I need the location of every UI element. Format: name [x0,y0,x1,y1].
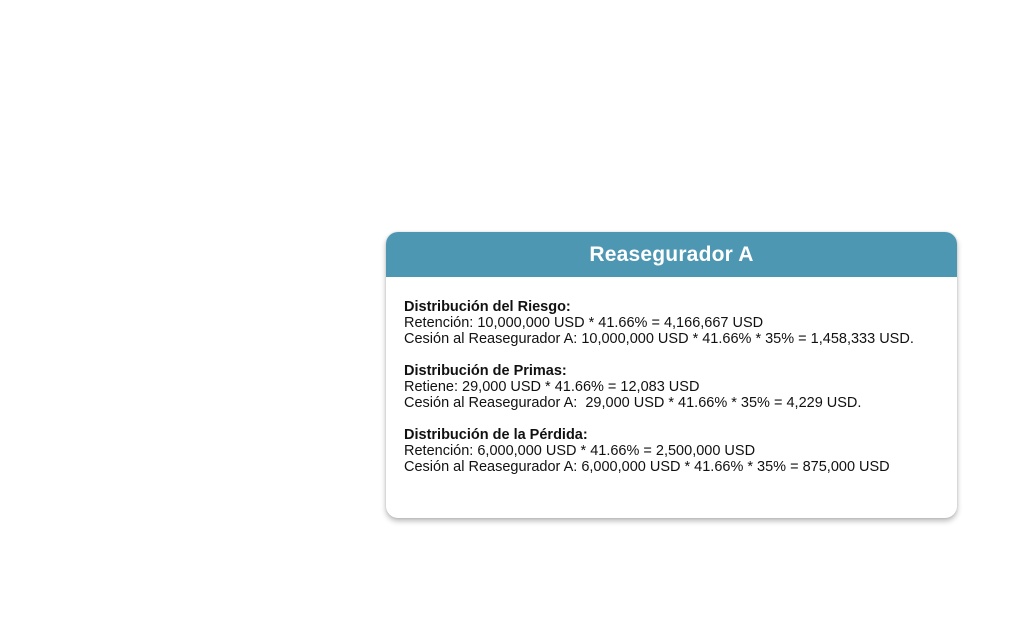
section-line: Retiene: 29,000 USD * 41.66% = 12,083 US… [404,379,700,395]
section-line: Retención: 10,000,000 USD * 41.66% = 4,1… [404,315,764,331]
section-line: Cesión al Reasegurador A: 6,000,000 USD … [404,459,890,475]
section-premium-distribution: Distribución de Primas: Retiene: 29,000 … [404,363,939,411]
section-heading: Distribución de Primas: [404,363,567,379]
card-header: Reasegurador A [386,232,957,277]
section-heading: Distribución de la Pérdida: [404,427,588,443]
card-title: Reasegurador A [589,242,754,266]
section-line: Cesión al Reasegurador A: 29,000 USD * 4… [404,395,862,411]
section-line: Retención: 6,000,000 USD * 41.66% = 2,50… [404,443,756,459]
card-body: Distribución del Riesgo: Retención: 10,0… [386,277,957,475]
section-loss-distribution: Distribución de la Pérdida: Retención: 6… [404,427,939,475]
reinsurer-card: Reasegurador A Distribución del Riesgo: … [386,232,957,518]
section-heading: Distribución del Riesgo: [404,299,571,315]
section-line: Cesión al Reasegurador A: 10,000,000 USD… [404,331,914,347]
section-risk-distribution: Distribución del Riesgo: Retención: 10,0… [404,299,939,347]
